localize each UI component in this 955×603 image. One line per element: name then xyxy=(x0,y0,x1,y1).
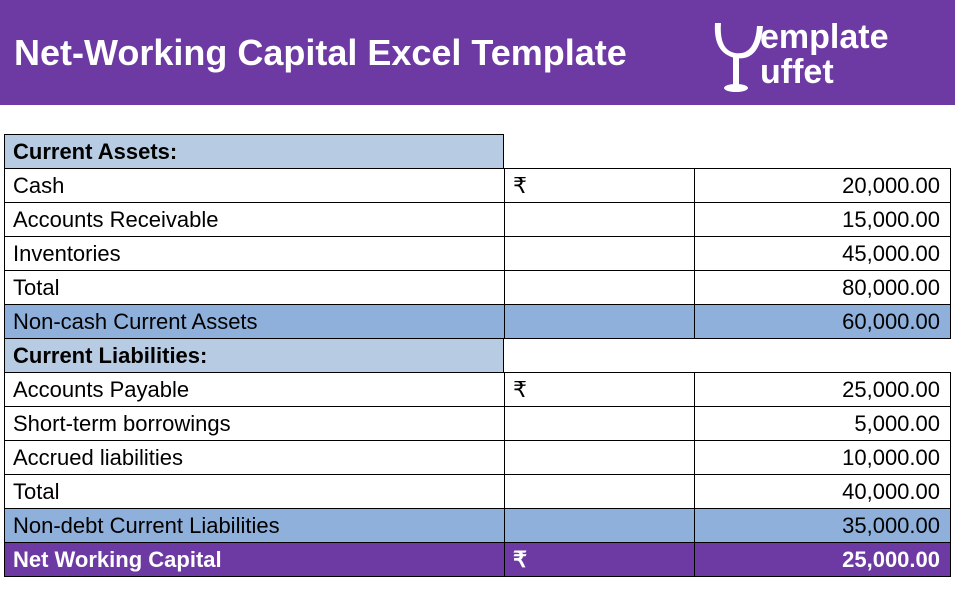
currency-symbol xyxy=(505,203,695,236)
currency-symbol xyxy=(505,237,695,270)
current-liabilities-header: Current Liabilities: xyxy=(4,338,951,373)
currency-symbol xyxy=(505,271,695,304)
header-banner: Net-Working Capital Excel Template empla… xyxy=(0,0,955,105)
svg-text:uffet: uffet xyxy=(760,53,834,91)
row-label: Accounts Receivable xyxy=(5,203,505,236)
currency-symbol xyxy=(505,407,695,440)
section-header-label: Current Assets: xyxy=(4,134,504,169)
currency-symbol: ₹ xyxy=(505,169,695,202)
row-value: 15,000.00 xyxy=(695,203,950,236)
row-value: 25,000.00 xyxy=(695,543,950,576)
row-value: 40,000.00 xyxy=(695,475,950,508)
subtotal-row: Non-debt Current Liabilities 35,000.00 xyxy=(4,508,951,543)
currency-symbol xyxy=(505,475,695,508)
currency-symbol xyxy=(505,305,695,338)
row-value: 60,000.00 xyxy=(695,305,950,338)
table-row: Accounts Payable ₹ 25,000.00 xyxy=(4,372,951,407)
row-value: 25,000.00 xyxy=(695,373,950,406)
row-label: Accounts Payable xyxy=(5,373,505,406)
table-row: Accounts Receivable 15,000.00 xyxy=(4,202,951,237)
row-value: 10,000.00 xyxy=(695,441,950,474)
row-label: Total xyxy=(5,271,505,304)
row-label: Accrued liabilities xyxy=(5,441,505,474)
currency-symbol: ₹ xyxy=(505,543,695,576)
currency-symbol xyxy=(505,441,695,474)
template-buffet-logo: emplate uffet xyxy=(705,8,925,98)
currency-symbol: ₹ xyxy=(505,373,695,406)
net-working-capital-row: Net Working Capital ₹ 25,000.00 xyxy=(4,542,951,577)
row-value: 20,000.00 xyxy=(695,169,950,202)
svg-text:emplate: emplate xyxy=(760,18,889,56)
row-value: 5,000.00 xyxy=(695,407,950,440)
row-label: Cash xyxy=(5,169,505,202)
row-label: Non-debt Current Liabilities xyxy=(5,509,505,542)
row-value: 80,000.00 xyxy=(695,271,950,304)
table-row: Total 40,000.00 xyxy=(4,474,951,509)
financial-table: Current Assets: Cash ₹ 20,000.00 Account… xyxy=(0,134,955,577)
section-header-label: Current Liabilities: xyxy=(4,338,504,373)
table-row: Inventories 45,000.00 xyxy=(4,236,951,271)
subtotal-row: Non-cash Current Assets 60,000.00 xyxy=(4,304,951,339)
table-row: Accrued liabilities 10,000.00 xyxy=(4,440,951,475)
row-label: Non-cash Current Assets xyxy=(5,305,505,338)
logo: emplate uffet xyxy=(705,8,925,98)
row-label: Net Working Capital xyxy=(5,543,505,576)
table-row: Total 80,000.00 xyxy=(4,270,951,305)
row-value: 35,000.00 xyxy=(695,509,950,542)
table-row: Short-term borrowings 5,000.00 xyxy=(4,406,951,441)
table-row: Cash ₹ 20,000.00 xyxy=(4,168,951,203)
row-label: Inventories xyxy=(5,237,505,270)
currency-symbol xyxy=(505,509,695,542)
row-value: 45,000.00 xyxy=(695,237,950,270)
row-label: Short-term borrowings xyxy=(5,407,505,440)
row-label: Total xyxy=(5,475,505,508)
current-assets-header: Current Assets: xyxy=(4,134,951,169)
page-title: Net-Working Capital Excel Template xyxy=(14,32,627,74)
